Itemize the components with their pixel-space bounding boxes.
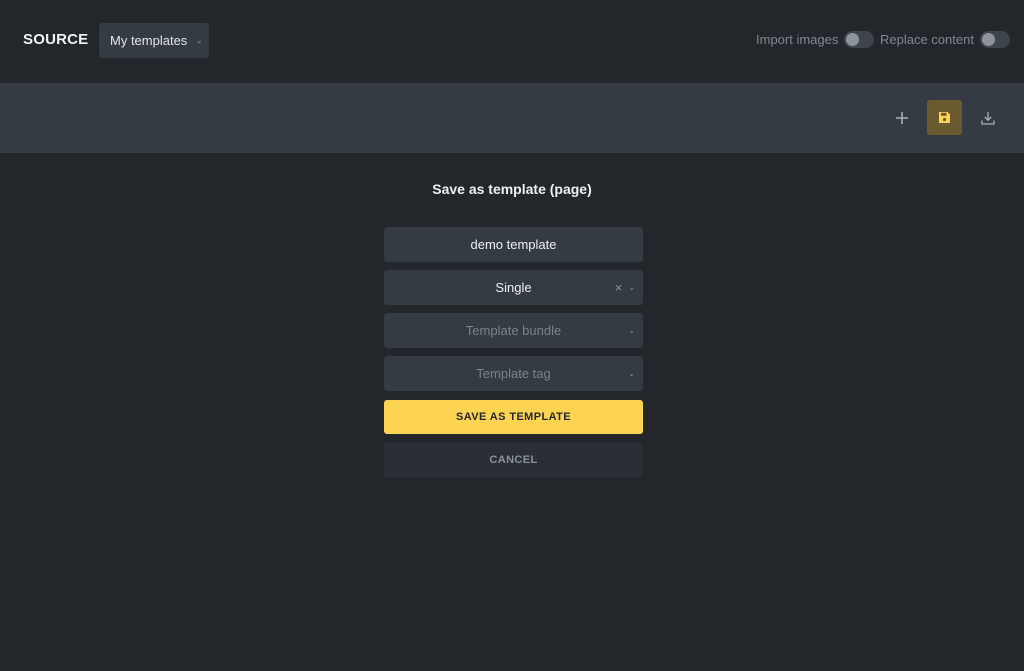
cancel-button[interactable]: CANCEL xyxy=(384,443,643,477)
template-bundle-placeholder: Template bundle xyxy=(465,323,562,338)
chevron-down-icon[interactable]: ⌄ xyxy=(628,326,635,335)
replace-content-switch[interactable] xyxy=(979,31,1010,48)
replace-content-label: Replace content xyxy=(880,32,974,47)
template-tag-placeholder: Template tag xyxy=(476,366,551,381)
template-name-input[interactable] xyxy=(384,227,643,262)
switch-knob xyxy=(846,33,860,46)
plus-icon[interactable] xyxy=(884,100,919,135)
chevron-down-icon[interactable]: ⌄ xyxy=(628,283,635,292)
brand-label: SOURCE xyxy=(23,31,89,48)
template-type-select[interactable]: Single × ⌄ xyxy=(384,270,643,305)
clear-icon[interactable]: × xyxy=(615,280,623,295)
save-as-template-button[interactable]: SAVE AS TEMPLATE xyxy=(384,400,643,434)
replace-content-toggle[interactable]: Replace content xyxy=(880,31,1010,48)
import-images-label: Import images xyxy=(756,32,839,47)
template-type-value: Single xyxy=(495,280,532,295)
top-bar: SOURCE My templates ⌄ Import images Repl… xyxy=(0,0,1024,83)
template-tag-select[interactable]: Template tag ⌄ xyxy=(384,356,643,391)
template-name-field[interactable] xyxy=(384,227,643,262)
source-select-value: My templates xyxy=(110,33,188,48)
download-icon[interactable] xyxy=(970,100,1005,135)
template-bundle-select[interactable]: Template bundle ⌄ xyxy=(384,313,643,348)
import-images-toggle[interactable]: Import images xyxy=(756,31,875,48)
switch-knob xyxy=(981,33,995,46)
source-select[interactable]: My templates ⌄ xyxy=(99,23,209,58)
chevron-down-icon: ⌄ xyxy=(195,35,203,45)
dialog-title: Save as template (page) xyxy=(432,181,592,197)
import-images-switch[interactable] xyxy=(844,31,875,48)
save-icon[interactable] xyxy=(927,100,962,135)
toolbar xyxy=(0,83,1024,153)
chevron-down-icon[interactable]: ⌄ xyxy=(628,369,635,378)
